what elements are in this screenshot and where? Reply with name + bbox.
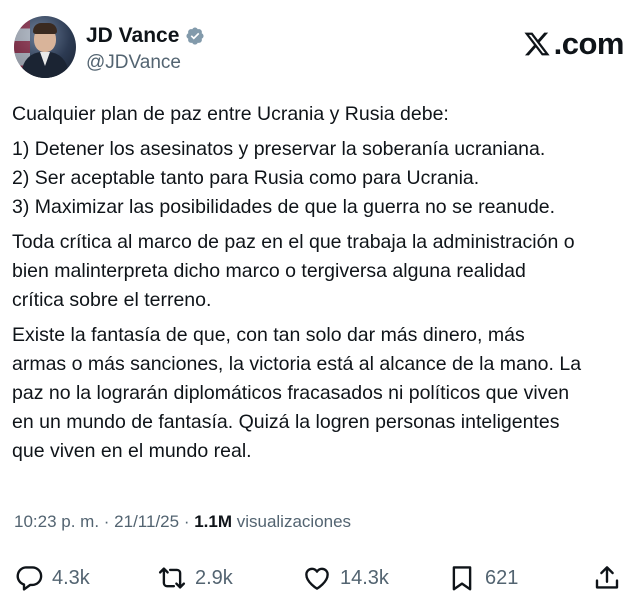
tweet-date[interactable]: 21/11/25 bbox=[114, 512, 179, 531]
tweet-time[interactable]: 10:23 p. m. bbox=[14, 512, 99, 531]
verified-badge-icon bbox=[186, 27, 204, 45]
reply-button[interactable]: 4.3k bbox=[14, 560, 90, 596]
x-domain-text: .com bbox=[553, 26, 625, 61]
tweet-paragraph-1: Cualquier plan de paz entre Ucrania y Ru… bbox=[12, 100, 630, 129]
tweet-point: 2) Ser aceptable tanto para Rusia como p… bbox=[12, 167, 480, 189]
share-icon bbox=[595, 566, 619, 589]
tweet-body: Cualquier plan de paz entre Ucrania y Ru… bbox=[12, 100, 630, 472]
like-button[interactable]: 14.3k bbox=[302, 560, 389, 596]
like-count: 14.3k bbox=[340, 566, 389, 589]
tweet-line: que viven en el mundo real. bbox=[12, 440, 252, 462]
tweet-line: en un mundo de fantasía. Quizá la logren… bbox=[12, 411, 560, 433]
share-button[interactable] bbox=[592, 560, 622, 596]
repost-icon bbox=[158, 567, 186, 589]
tweet-header: JD Vance @JDVance .com bbox=[14, 16, 626, 82]
tweet-point: 3) Maximizar las posibilidades de que la… bbox=[12, 196, 556, 218]
tweet-line: Existe la fantasía de que, con tan solo … bbox=[12, 324, 525, 346]
tweet-point-list: 1) Detener los asesinatos y preservar la… bbox=[12, 135, 630, 222]
x-logo-icon bbox=[524, 32, 550, 56]
heart-icon bbox=[305, 567, 329, 590]
repost-count: 2.9k bbox=[195, 566, 233, 589]
repost-button[interactable]: 2.9k bbox=[157, 560, 233, 596]
meta-separator: · bbox=[99, 512, 115, 531]
author-name[interactable]: JD Vance bbox=[86, 24, 179, 48]
tweet-intro: Cualquier plan de paz entre Ucrania y Ru… bbox=[12, 103, 449, 125]
author-name-row: JD Vance bbox=[86, 24, 205, 48]
tweet-line: Toda crítica al marco de paz en el que t… bbox=[12, 231, 575, 253]
tweet-line: crítica sobre el terreno. bbox=[12, 289, 212, 311]
tweet-line: bien malinterpreta dicho marco o tergive… bbox=[12, 260, 526, 282]
views-label: visualizaciones bbox=[232, 512, 352, 531]
avatar-hair bbox=[33, 23, 57, 34]
tweet-meta: 10:23 p. m. · 21/11/25 · 1.1M visualizac… bbox=[14, 512, 351, 532]
tweet-line: paz no la lograrán diplomáticos fracasad… bbox=[12, 382, 570, 404]
tweet-actions: 4.3k 2.9k 14.3k 621 bbox=[14, 560, 626, 596]
reply-count: 4.3k bbox=[52, 566, 90, 589]
x-brand: .com bbox=[521, 26, 625, 62]
tweet-point: 1) Detener los asesinatos y preservar la… bbox=[12, 138, 546, 160]
reply-icon bbox=[16, 566, 43, 591]
tweet-line: armas o más sanciones, la victoria está … bbox=[12, 353, 582, 375]
meta-separator: · bbox=[179, 512, 195, 531]
tweet-paragraph-2: Toda crítica al marco de paz en el que t… bbox=[12, 228, 630, 315]
views-count: 1.1M bbox=[194, 512, 232, 531]
bookmark-button[interactable]: 621 bbox=[447, 560, 518, 596]
tweet-paragraph-3: Existe la fantasía de que, con tan solo … bbox=[12, 321, 630, 466]
bookmark-count: 621 bbox=[485, 566, 519, 589]
author-handle[interactable]: @JDVance bbox=[86, 52, 181, 74]
avatar[interactable] bbox=[14, 16, 76, 78]
bookmark-icon bbox=[452, 566, 472, 591]
